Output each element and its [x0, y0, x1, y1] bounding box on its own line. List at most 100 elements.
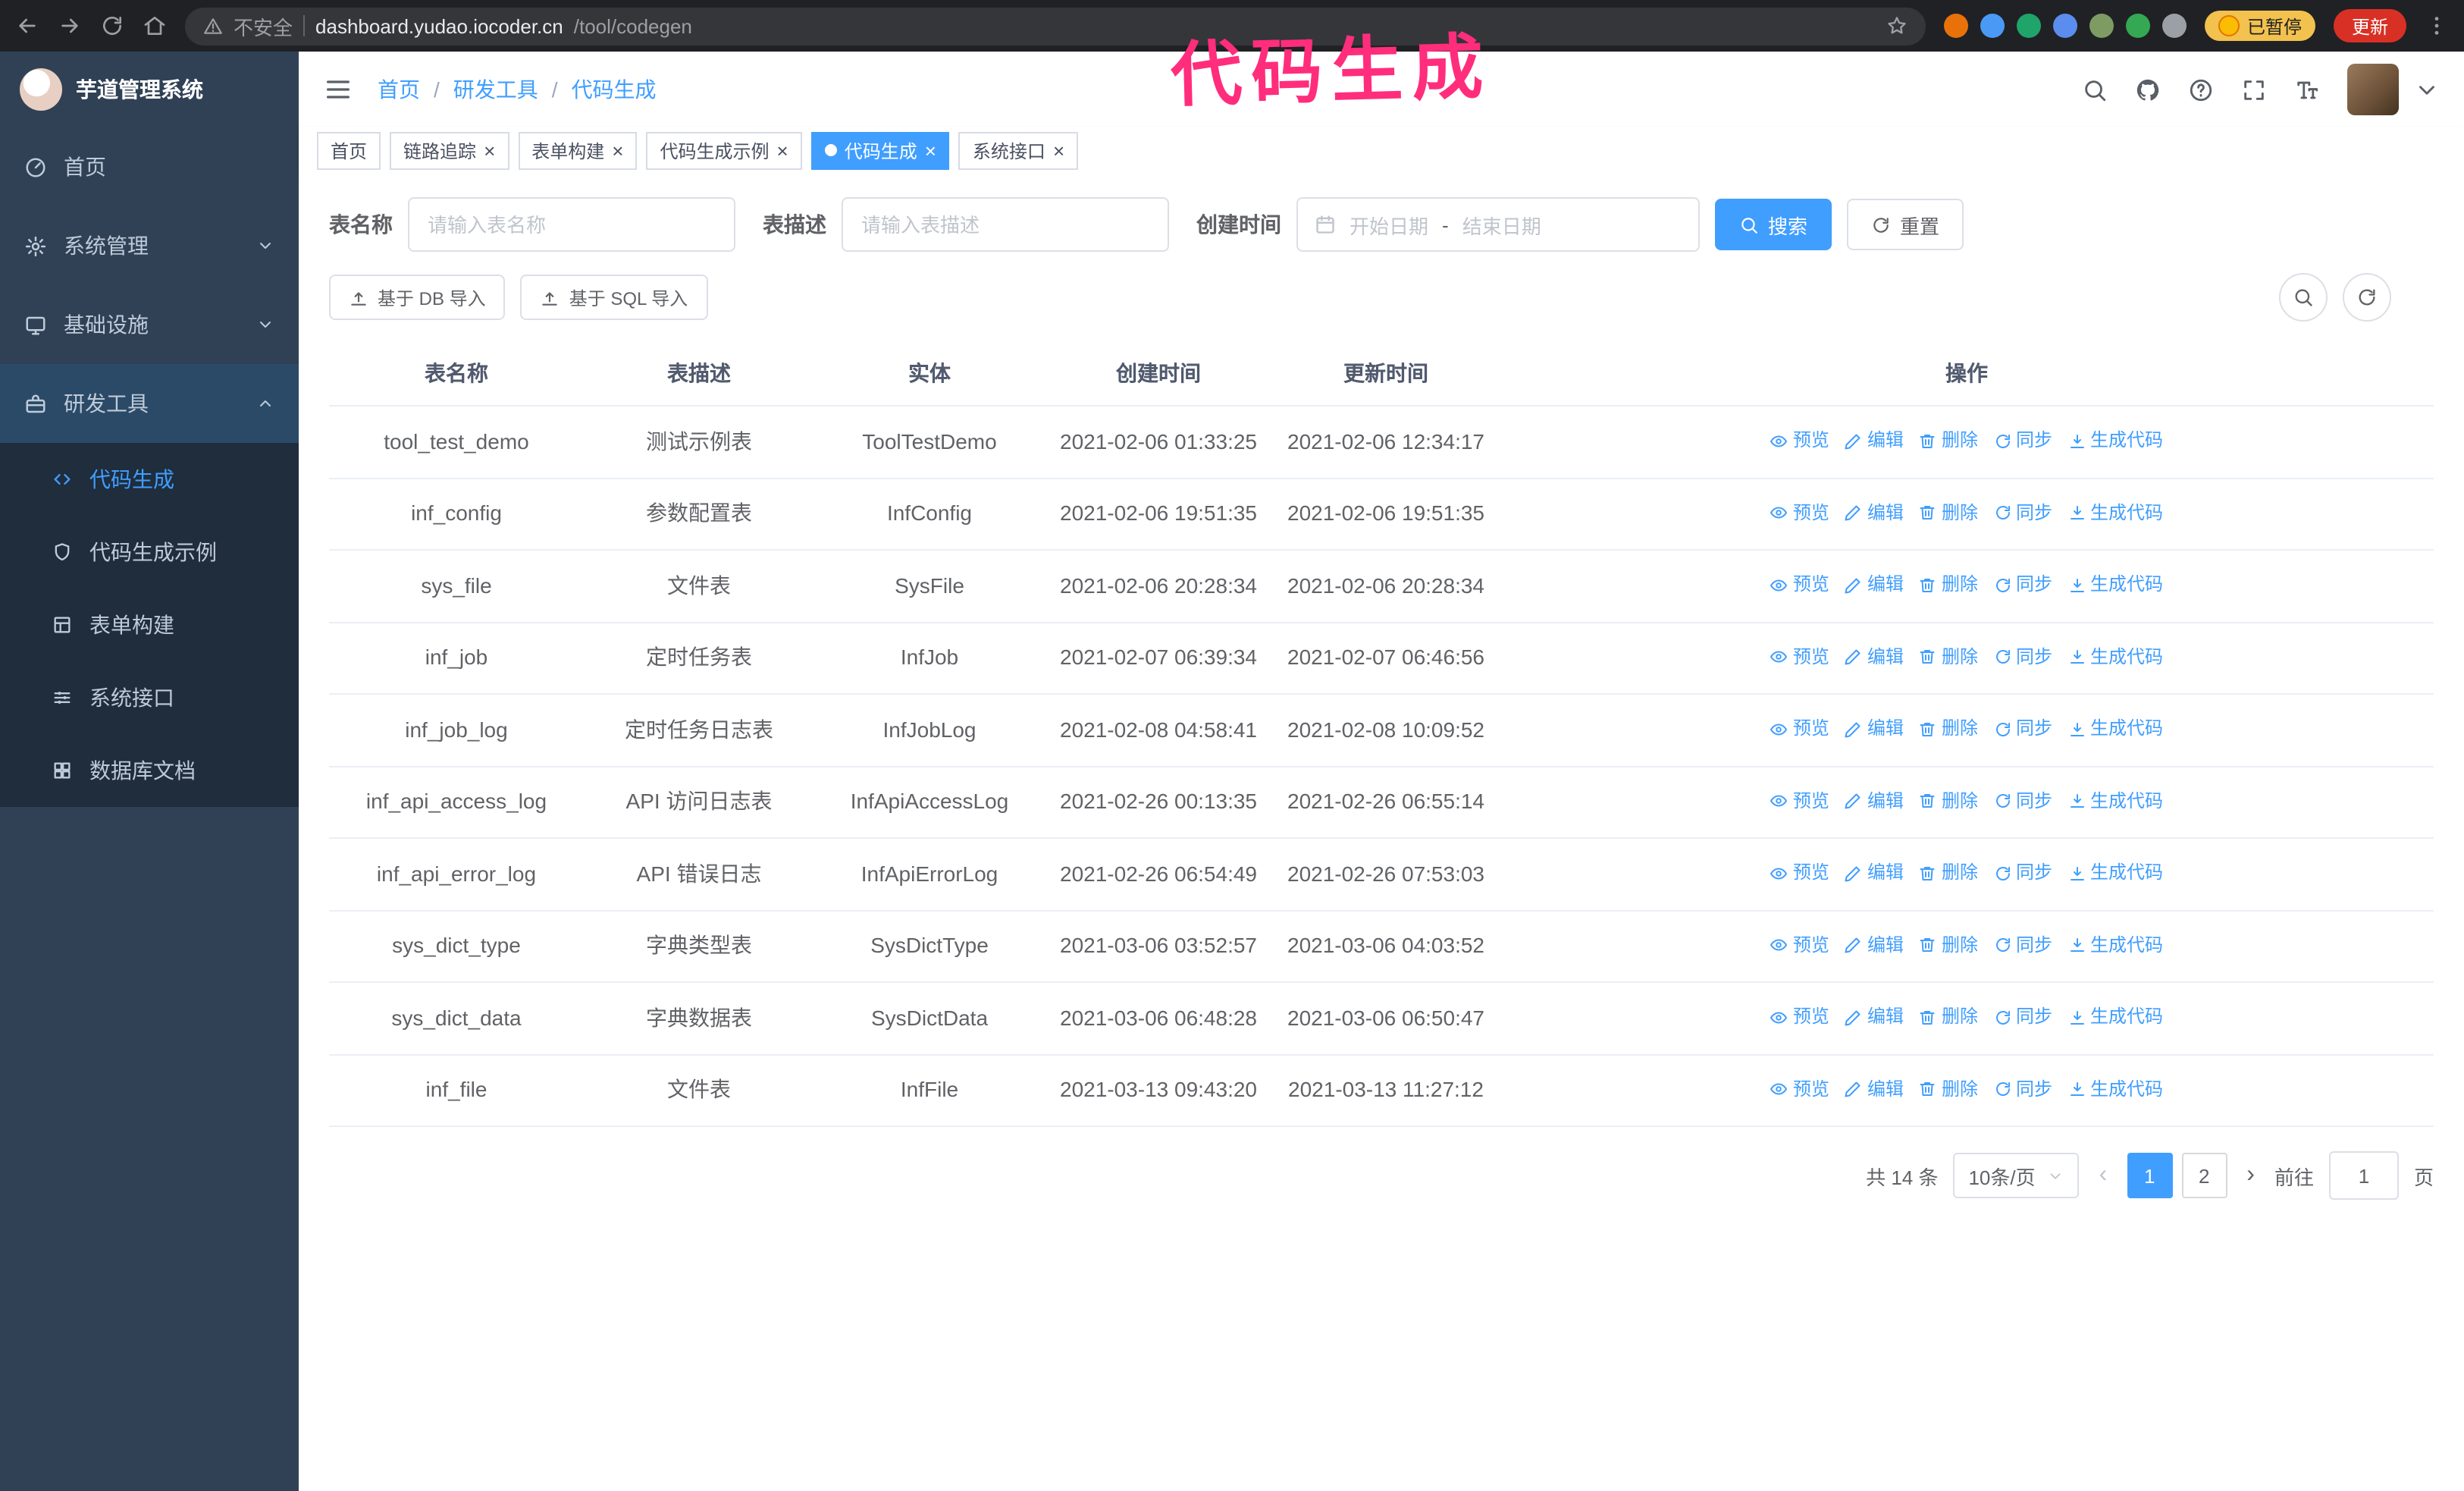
close-icon[interactable]: ×: [612, 140, 623, 160]
edit-link[interactable]: 编辑: [1845, 498, 1904, 527]
import-sql-button[interactable]: 基于 SQL 导入: [520, 275, 708, 320]
sync-link[interactable]: 同步: [1993, 714, 2052, 743]
edit-link[interactable]: 编辑: [1845, 786, 1904, 815]
generate-code-link[interactable]: 生成代码: [2067, 1075, 2163, 1103]
close-icon[interactable]: ×: [484, 140, 495, 160]
sidebar-subitem-db-document[interactable]: 数据库文档: [0, 734, 299, 807]
user-avatar[interactable]: [2347, 64, 2399, 115]
sidebar-subitem-code-generation[interactable]: 代码生成: [0, 443, 299, 516]
back-icon[interactable]: [15, 14, 39, 38]
home-icon[interactable]: [143, 14, 167, 38]
delete-link[interactable]: 删除: [1919, 570, 1978, 599]
edit-link[interactable]: 编辑: [1845, 714, 1904, 743]
sidebar-item-dev-tools[interactable]: 研发工具: [0, 364, 299, 443]
edit-link[interactable]: 编辑: [1845, 426, 1904, 455]
delete-link[interactable]: 删除: [1919, 931, 1978, 959]
reset-button[interactable]: 重置: [1847, 199, 1964, 250]
chevron-down-icon[interactable]: [2414, 77, 2440, 102]
toggle-search-button[interactable]: [2279, 273, 2328, 322]
edit-link[interactable]: 编辑: [1845, 931, 1904, 959]
preview-link[interactable]: 预览: [1770, 714, 1829, 743]
edit-link[interactable]: 编辑: [1845, 859, 1904, 887]
preview-link[interactable]: 预览: [1770, 570, 1829, 599]
tab-home[interactable]: 首页: [317, 131, 381, 169]
hamburger-icon[interactable]: [323, 74, 353, 105]
extension-drop-icon[interactable]: [1980, 14, 2005, 38]
delete-link[interactable]: 删除: [1919, 1075, 1978, 1103]
edit-link[interactable]: 编辑: [1845, 1075, 1904, 1103]
page-button-1[interactable]: 1: [2127, 1153, 2173, 1198]
sidebar-item-system-management[interactable]: 系统管理: [0, 206, 299, 285]
preview-link[interactable]: 预览: [1770, 1075, 1829, 1103]
generate-code-link[interactable]: 生成代码: [2067, 931, 2163, 959]
tab-system-api[interactable]: 系统接口 ×: [958, 131, 1079, 169]
extension-people-icon[interactable]: [2052, 14, 2077, 38]
tab-form-builder[interactable]: 表单构建 ×: [518, 131, 638, 169]
update-button[interactable]: 更新: [2333, 9, 2406, 42]
delete-link[interactable]: 删除: [1919, 859, 1978, 887]
sync-link[interactable]: 同步: [1993, 426, 2052, 455]
breadcrumb-home[interactable]: 首页: [378, 74, 420, 105]
edit-link[interactable]: 编辑: [1845, 642, 1904, 671]
close-icon[interactable]: ×: [1053, 140, 1064, 160]
delete-link[interactable]: 删除: [1919, 1003, 1978, 1031]
fullscreen-icon[interactable]: [2241, 77, 2267, 102]
delete-link[interactable]: 删除: [1919, 714, 1978, 743]
sidebar-subitem-codegen-example[interactable]: 代码生成示例: [0, 516, 299, 589]
generate-code-link[interactable]: 生成代码: [2067, 426, 2163, 455]
table-name-input[interactable]: [408, 197, 735, 252]
edit-link[interactable]: 编辑: [1845, 1003, 1904, 1031]
preview-link[interactable]: 预览: [1770, 859, 1829, 887]
generate-code-link[interactable]: 生成代码: [2067, 786, 2163, 815]
tab-codegen-example[interactable]: 代码生成示例 ×: [646, 131, 802, 169]
prev-page-button[interactable]: ‹: [2095, 1162, 2112, 1189]
import-db-button[interactable]: 基于 DB 导入: [329, 275, 506, 320]
delete-link[interactable]: 删除: [1919, 426, 1978, 455]
sync-link[interactable]: 同步: [1993, 1003, 2052, 1031]
sync-link[interactable]: 同步: [1993, 498, 2052, 527]
extension-check-icon[interactable]: [2016, 14, 2041, 38]
sidebar-item-infrastructure[interactable]: 基础设施: [0, 285, 299, 364]
edit-link[interactable]: 编辑: [1845, 570, 1904, 599]
preview-link[interactable]: 预览: [1770, 642, 1829, 671]
delete-link[interactable]: 删除: [1919, 786, 1978, 815]
refresh-table-button[interactable]: [2343, 273, 2391, 322]
date-range-picker[interactable]: 开始日期 - 结束日期: [1296, 197, 1700, 252]
close-icon[interactable]: ×: [777, 140, 788, 160]
github-icon[interactable]: [2135, 77, 2161, 102]
preview-link[interactable]: 预览: [1770, 1003, 1829, 1031]
extension-fox-icon[interactable]: [1943, 14, 1968, 38]
preview-link[interactable]: 预览: [1770, 931, 1829, 959]
generate-code-link[interactable]: 生成代码: [2067, 1003, 2163, 1031]
sidebar-subitem-form-builder[interactable]: 表单构建: [0, 589, 299, 661]
delete-link[interactable]: 删除: [1919, 642, 1978, 671]
table-desc-input[interactable]: [842, 197, 1169, 252]
delete-link[interactable]: 删除: [1919, 498, 1978, 527]
breadcrumb-devtools[interactable]: 研发工具: [453, 74, 538, 105]
sidebar-item-home[interactable]: 首页: [0, 127, 299, 206]
tab-code-generation[interactable]: 代码生成 ×: [810, 131, 950, 169]
sync-link[interactable]: 同步: [1993, 859, 2052, 887]
bookmark-star-icon[interactable]: [1886, 15, 1908, 36]
paused-badge[interactable]: 已暂停: [2204, 11, 2315, 41]
generate-code-link[interactable]: 生成代码: [2067, 714, 2163, 743]
forward-icon[interactable]: [58, 14, 82, 38]
generate-code-link[interactable]: 生成代码: [2067, 498, 2163, 527]
goto-page-input[interactable]: [2328, 1151, 2399, 1200]
preview-link[interactable]: 预览: [1770, 786, 1829, 815]
generate-code-link[interactable]: 生成代码: [2067, 859, 2163, 887]
close-icon[interactable]: ×: [925, 140, 936, 160]
preview-link[interactable]: 预览: [1770, 498, 1829, 527]
extension-capture-icon[interactable]: [2089, 14, 2114, 38]
sync-link[interactable]: 同步: [1993, 931, 2052, 959]
sidebar-subitem-system-api[interactable]: 系统接口: [0, 661, 299, 734]
reload-icon[interactable]: [100, 14, 124, 38]
extension-puzzle-icon[interactable]: [2161, 14, 2187, 38]
kebab-menu-icon[interactable]: [2425, 14, 2449, 38]
security-warning-label[interactable]: 不安全: [234, 11, 293, 40]
sync-link[interactable]: 同步: [1993, 786, 2052, 815]
search-icon[interactable]: [2082, 77, 2108, 102]
next-page-button[interactable]: ›: [2242, 1162, 2259, 1189]
generate-code-link[interactable]: 生成代码: [2067, 642, 2163, 671]
tab-trace[interactable]: 链路追踪 ×: [390, 131, 509, 169]
